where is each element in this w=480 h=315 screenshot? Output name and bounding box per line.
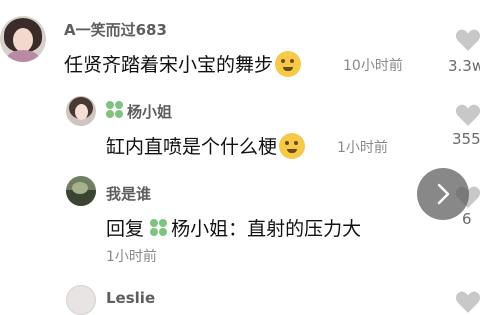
comment-time: 10小时前 xyxy=(343,58,403,74)
heart-icon[interactable] xyxy=(455,28,480,52)
clover-icon xyxy=(150,219,168,237)
comment-time: 1小时前 xyxy=(106,249,157,265)
comment-text: 缸内直喷是个什么梗 xyxy=(106,132,306,159)
like-count: 355 xyxy=(452,130,480,148)
avatar[interactable] xyxy=(66,285,96,315)
comment-username[interactable]: A一笑而过683 xyxy=(64,19,167,40)
avatar[interactable] xyxy=(66,176,96,206)
reply-mention[interactable]: 杨小姐 xyxy=(171,218,228,240)
heart-icon[interactable] xyxy=(455,290,480,314)
comment-body: 缸内直喷是个什么梗 xyxy=(106,136,278,158)
avatar[interactable] xyxy=(66,96,96,126)
comment-username[interactable]: 杨小姐 xyxy=(127,103,172,121)
comment-text: 回复 杨小姐：直射的压力大 xyxy=(106,214,361,241)
comment-username[interactable]: Leslie xyxy=(106,289,155,307)
comment-username-row[interactable]: 杨小姐 xyxy=(106,101,172,122)
comment-body: 任贤齐踏着宋小宝的舞步 xyxy=(64,54,274,76)
like-count: 3.3w xyxy=(448,57,480,75)
emoji-icon xyxy=(275,51,302,77)
comment-time: 1小时前 xyxy=(337,140,388,156)
chevron-right-icon xyxy=(437,183,450,205)
comment-username[interactable]: 我是谁 xyxy=(106,183,151,204)
reply-prefix: 回复 xyxy=(106,218,145,240)
clover-icon xyxy=(106,101,124,119)
next-button[interactable] xyxy=(417,168,469,220)
emoji-icon xyxy=(279,133,306,159)
heart-icon[interactable] xyxy=(455,103,480,127)
like-count: 6 xyxy=(462,210,472,228)
comment-text: 任贤齐踏着宋小宝的舞步 xyxy=(64,50,302,77)
comment-body: ：直射的压力大 xyxy=(228,218,362,240)
avatar[interactable] xyxy=(0,16,46,62)
